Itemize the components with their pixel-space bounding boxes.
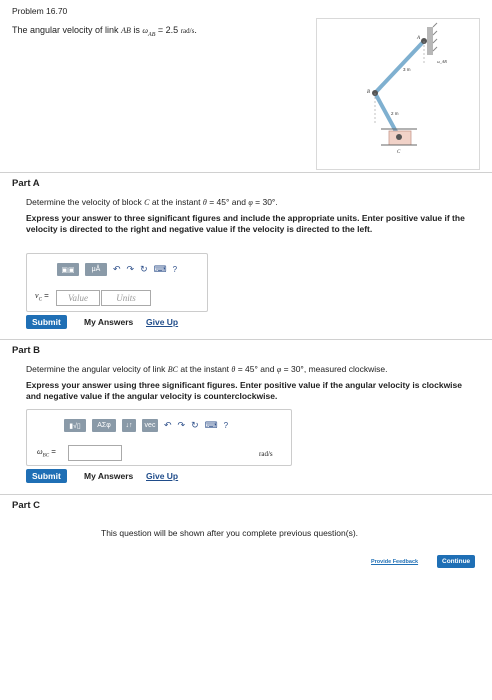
divider: [0, 339, 492, 340]
subscript-button[interactable]: ↓↑: [122, 419, 136, 432]
value-input[interactable]: Value: [56, 290, 100, 306]
provide-feedback-link[interactable]: Provide Feedback: [371, 559, 418, 565]
part-a-question: Determine the velocity of block C at the…: [26, 197, 278, 207]
wall-support: [427, 27, 433, 55]
greek-button[interactable]: ΑΣφ: [92, 419, 116, 432]
part-a-title: Part A: [12, 178, 40, 189]
label-a: A: [416, 36, 421, 41]
reset-icon[interactable]: ↻: [191, 420, 199, 431]
part-a-answer-box: ▣▣ μÅ ↶ ↷ ↻ ⌨ ? vC = Value Units: [26, 253, 208, 312]
label-c: C: [397, 150, 401, 155]
part-a-my-answers[interactable]: My Answers: [84, 317, 133, 327]
label-length-ab: 3 m: [403, 67, 411, 72]
part-b-var-label: ωBC =: [37, 447, 56, 459]
redo-icon[interactable]: ↷: [127, 264, 135, 275]
mechanism-figure: A B C 3 m 2 m ω_AB: [316, 18, 480, 170]
undo-icon[interactable]: ↶: [113, 264, 121, 275]
part-b-my-answers[interactable]: My Answers: [84, 471, 133, 481]
part-a-instructions: Express your answer to three significant…: [26, 213, 465, 234]
reset-icon[interactable]: ↻: [140, 264, 148, 275]
label-omega: ω_AB: [437, 59, 447, 64]
vector-button[interactable]: vec: [142, 419, 158, 432]
answer-input[interactable]: [68, 445, 122, 461]
undo-icon[interactable]: ↶: [164, 420, 172, 431]
part-b-question: Determine the angular velocity of link B…: [26, 364, 388, 374]
problem-intro: The angular velocity of link AB is ωAB =…: [12, 25, 197, 38]
part-b-give-up[interactable]: Give Up: [146, 471, 178, 481]
part-a-give-up[interactable]: Give Up: [146, 317, 178, 327]
part-a-submit-button[interactable]: Submit: [26, 315, 67, 329]
part-a-var-label: vC =: [35, 291, 49, 303]
divider: [0, 494, 492, 495]
part-b-submit-button[interactable]: Submit: [26, 469, 67, 483]
label-length-bc: 2 m: [391, 111, 399, 116]
units-button[interactable]: μÅ: [85, 263, 107, 276]
part-b-instructions: Express your answer using three signific…: [26, 380, 463, 401]
help-icon[interactable]: ?: [173, 265, 177, 274]
templates-button[interactable]: ▣▣: [57, 263, 79, 276]
templates-button[interactable]: ▮√▯: [64, 419, 86, 432]
help-icon[interactable]: ?: [224, 421, 228, 430]
redo-icon[interactable]: ↷: [178, 420, 186, 431]
units-input[interactable]: Units: [101, 290, 151, 306]
part-b-toolbar: ▮√▯ ΑΣφ ↓↑ vec ↶ ↷ ↻ ⌨ ?: [64, 419, 228, 432]
unit-label: rad/s: [259, 450, 273, 458]
part-b-answer-box: ▮√▯ ΑΣφ ↓↑ vec ↶ ↷ ↻ ⌨ ? ωBC = rad/s: [26, 409, 292, 466]
part-c-message: This question will be shown after you co…: [101, 528, 359, 538]
link-ab: [373, 39, 426, 95]
keyboard-icon[interactable]: ⌨: [154, 264, 167, 275]
label-b: B: [367, 90, 370, 95]
problem-title: Problem 16.70: [12, 6, 68, 16]
mechanism-diagram: A B C 3 m 2 m ω_AB: [367, 22, 447, 155]
divider: [0, 172, 492, 173]
part-b-title: Part B: [12, 345, 40, 356]
keyboard-icon[interactable]: ⌨: [205, 420, 218, 431]
continue-button[interactable]: Continue: [437, 555, 476, 568]
part-a-toolbar: ▣▣ μÅ ↶ ↷ ↻ ⌨ ?: [57, 263, 177, 276]
part-c-title: Part C: [12, 500, 40, 511]
